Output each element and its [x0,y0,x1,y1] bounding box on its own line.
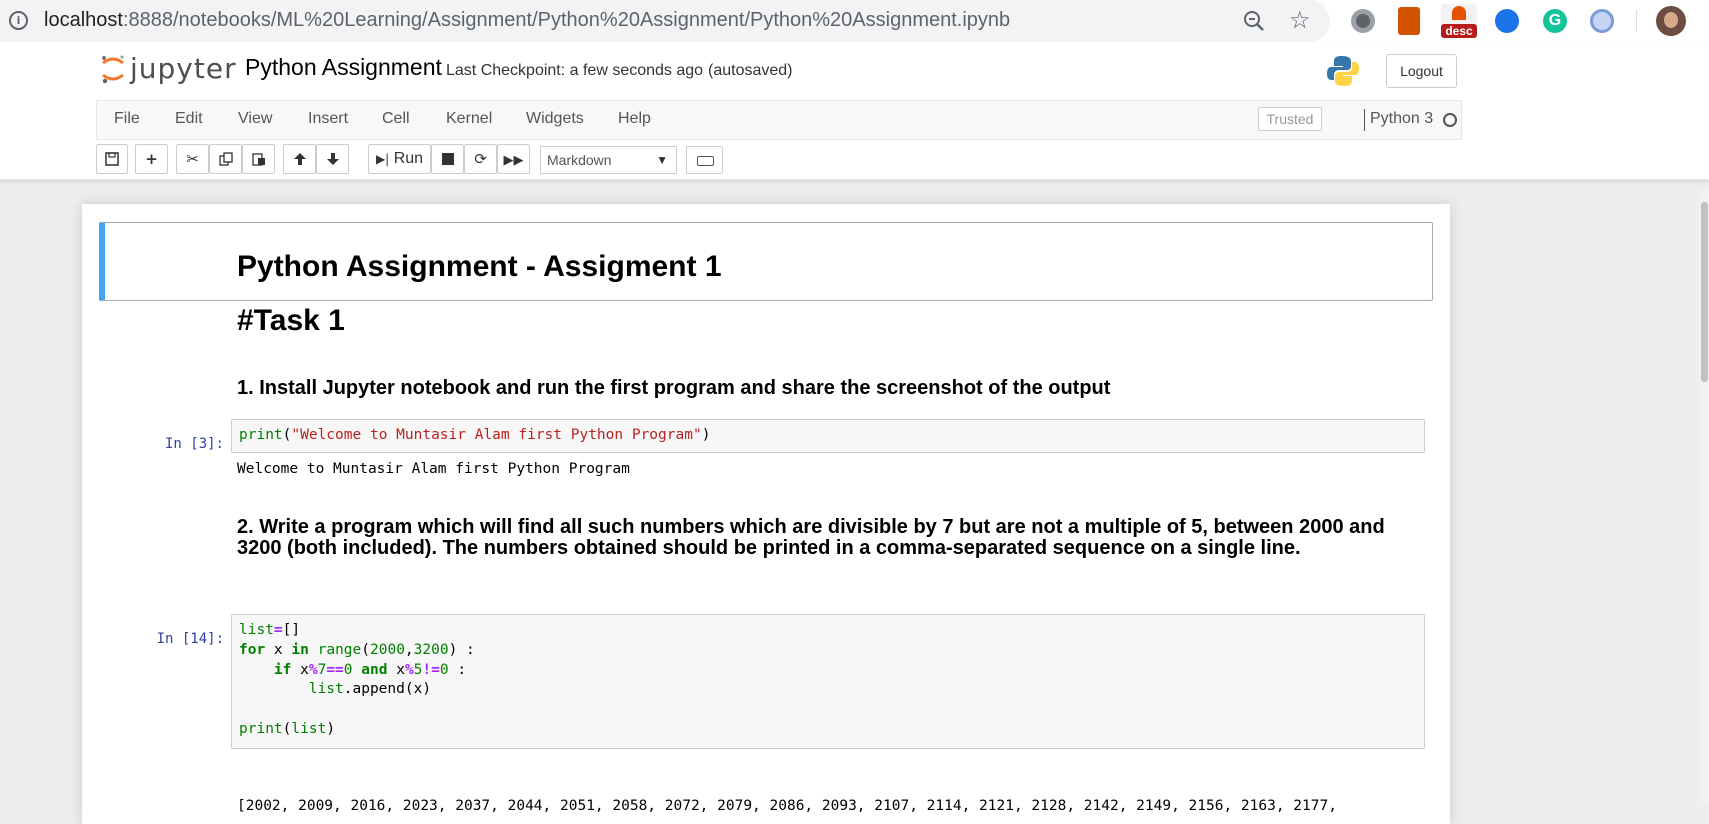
avatar-face [1664,12,1678,28]
page-scrollbar[interactable] [1699,190,1709,804]
cell-1-output: Welcome to Muntasir Alam first Python Pr… [237,461,630,477]
command-palette-button[interactable] [686,146,723,174]
code-print-fn: print [239,427,283,443]
cell-2-input[interactable]: list=[] for x in range(2000,3200) : if x… [231,614,1425,749]
extension-shield-icon[interactable] [1351,9,1375,33]
extension-desc-icon[interactable]: desc [1441,4,1477,38]
url-path: :8888/notebooks/ML%20Learning/Assignment… [122,9,1011,31]
stop-icon [441,153,454,165]
python-logo-icon [1327,56,1359,86]
menu-bar: File Edit View Insert Cell Kernel Widget… [96,100,1462,140]
step-forward-icon: ▶| [375,152,390,166]
cell-2-prompt: In [14]: [156,631,224,647]
arrow-down-icon [326,153,339,165]
logout-button[interactable]: Logout [1386,54,1457,88]
jupyter-header: jupyter Python Assignment Last Checkpoin… [0,42,1709,180]
notebook-title: Python Assignment - Assigment 1 [237,250,722,283]
menu-edit[interactable]: Edit [175,110,203,128]
kernel-idle-indicator-icon [1443,113,1457,127]
extension-badge: desc [1441,24,1477,38]
cell-2-output: [2002, 2009, 2016, 2023, 2037, 2044, 205… [237,798,1337,814]
profile-avatar[interactable] [1656,6,1686,36]
scissors-icon: ✂ [186,150,199,168]
save-icon [105,152,119,166]
zoom-icon[interactable] [1242,9,1266,33]
save-button[interactable] [96,144,128,174]
run-label: Run [393,150,424,167]
scrollbar-thumb[interactable] [1701,202,1708,382]
jupyter-wordmark: jupyter [130,52,237,85]
question-1: 1. Install Jupyter notebook and run the … [237,377,1111,399]
notebook-toolbar: + ✂ ▶| Run ⟳ ▶▶ Markdown ▼ [96,144,1462,176]
menu-help[interactable]: Help [618,110,651,128]
extension-feather-icon[interactable] [1590,9,1614,33]
grammarly-icon[interactable]: G [1543,9,1567,33]
cell-1-prompt: In [3]: [164,436,224,452]
copy-button[interactable] [209,144,242,174]
cell-type-select[interactable]: Markdown ▼ [540,146,677,174]
site-info-icon[interactable]: i [9,11,28,30]
run-button[interactable]: ▶| Run [368,144,431,174]
checkpoint-status: Last Checkpoint: a few seconds ago [446,62,704,79]
interrupt-button[interactable] [431,144,464,174]
refresh-icon: ⟳ [474,150,487,168]
code-string: "Welcome to Muntasir Alam first Python P… [291,427,702,443]
extension-lifebuoy-icon[interactable] [1495,9,1519,33]
cell-1-code: print("Welcome to Muntasir Alam first Py… [239,427,711,443]
menu-cell[interactable]: Cell [382,110,410,128]
menu-kernel[interactable]: Kernel [446,110,492,128]
extension-bookmark-icon[interactable] [1398,7,1420,35]
cell-2-code: list=[] for x in range(2000,3200) : if x… [239,622,475,737]
autosave-status: (autosaved) [708,62,793,79]
restart-button[interactable]: ⟳ [464,144,497,174]
paste-button[interactable] [242,144,275,174]
keyboard-icon [697,156,714,166]
notebook-name[interactable]: Python Assignment [245,54,442,81]
fast-forward-icon: ▶▶ [503,153,524,168]
caret-down-icon: ▼ [656,153,668,167]
kernel-name: Python 3 [1370,110,1434,127]
question-2: 2. Write a program which will find all s… [237,516,1385,559]
kernel-divider [1364,109,1365,131]
cell-type-value: Markdown [547,152,612,168]
toolbar-divider [1636,10,1637,32]
cell-1-input[interactable]: print("Welcome to Muntasir Alam first Py… [231,419,1425,453]
move-up-button[interactable] [283,144,316,174]
plus-icon: + [145,150,158,168]
bookmark-star-icon[interactable]: ☆ [1289,6,1311,34]
browser-toolbar: i localhost:8888/notebooks/ML%20Learning… [0,0,1709,42]
address-bar[interactable]: i localhost:8888/notebooks/ML%20Learning… [0,0,1330,42]
jupyter-logo-icon [102,55,124,84]
arrow-up-icon [293,153,306,165]
url-text[interactable]: localhost:8888/notebooks/ML%20Learning/A… [44,9,1010,32]
menu-insert[interactable]: Insert [308,110,348,128]
trusted-indicator[interactable]: Trusted [1258,107,1322,131]
flame-icon [1452,6,1466,20]
copy-icon [218,152,233,166]
selected-markdown-cell[interactable]: Python Assignment - Assigment 1 [99,222,1433,301]
menu-widgets[interactable]: Widgets [526,110,584,128]
restart-run-all-button[interactable]: ▶▶ [497,144,530,174]
jupyter-logo[interactable]: jupyter [100,52,236,88]
menu-view[interactable]: View [238,110,272,128]
paste-icon [251,153,265,166]
url-host: localhost [44,9,123,31]
menu-file[interactable]: File [114,110,140,128]
cut-button[interactable]: ✂ [176,144,209,174]
move-down-button[interactable] [316,144,349,174]
insert-cell-button[interactable]: + [135,144,168,174]
notebook-container: Python Assignment - Assigment 1 #Task 1 … [82,204,1450,824]
task-heading: #Task 1 [237,304,345,337]
